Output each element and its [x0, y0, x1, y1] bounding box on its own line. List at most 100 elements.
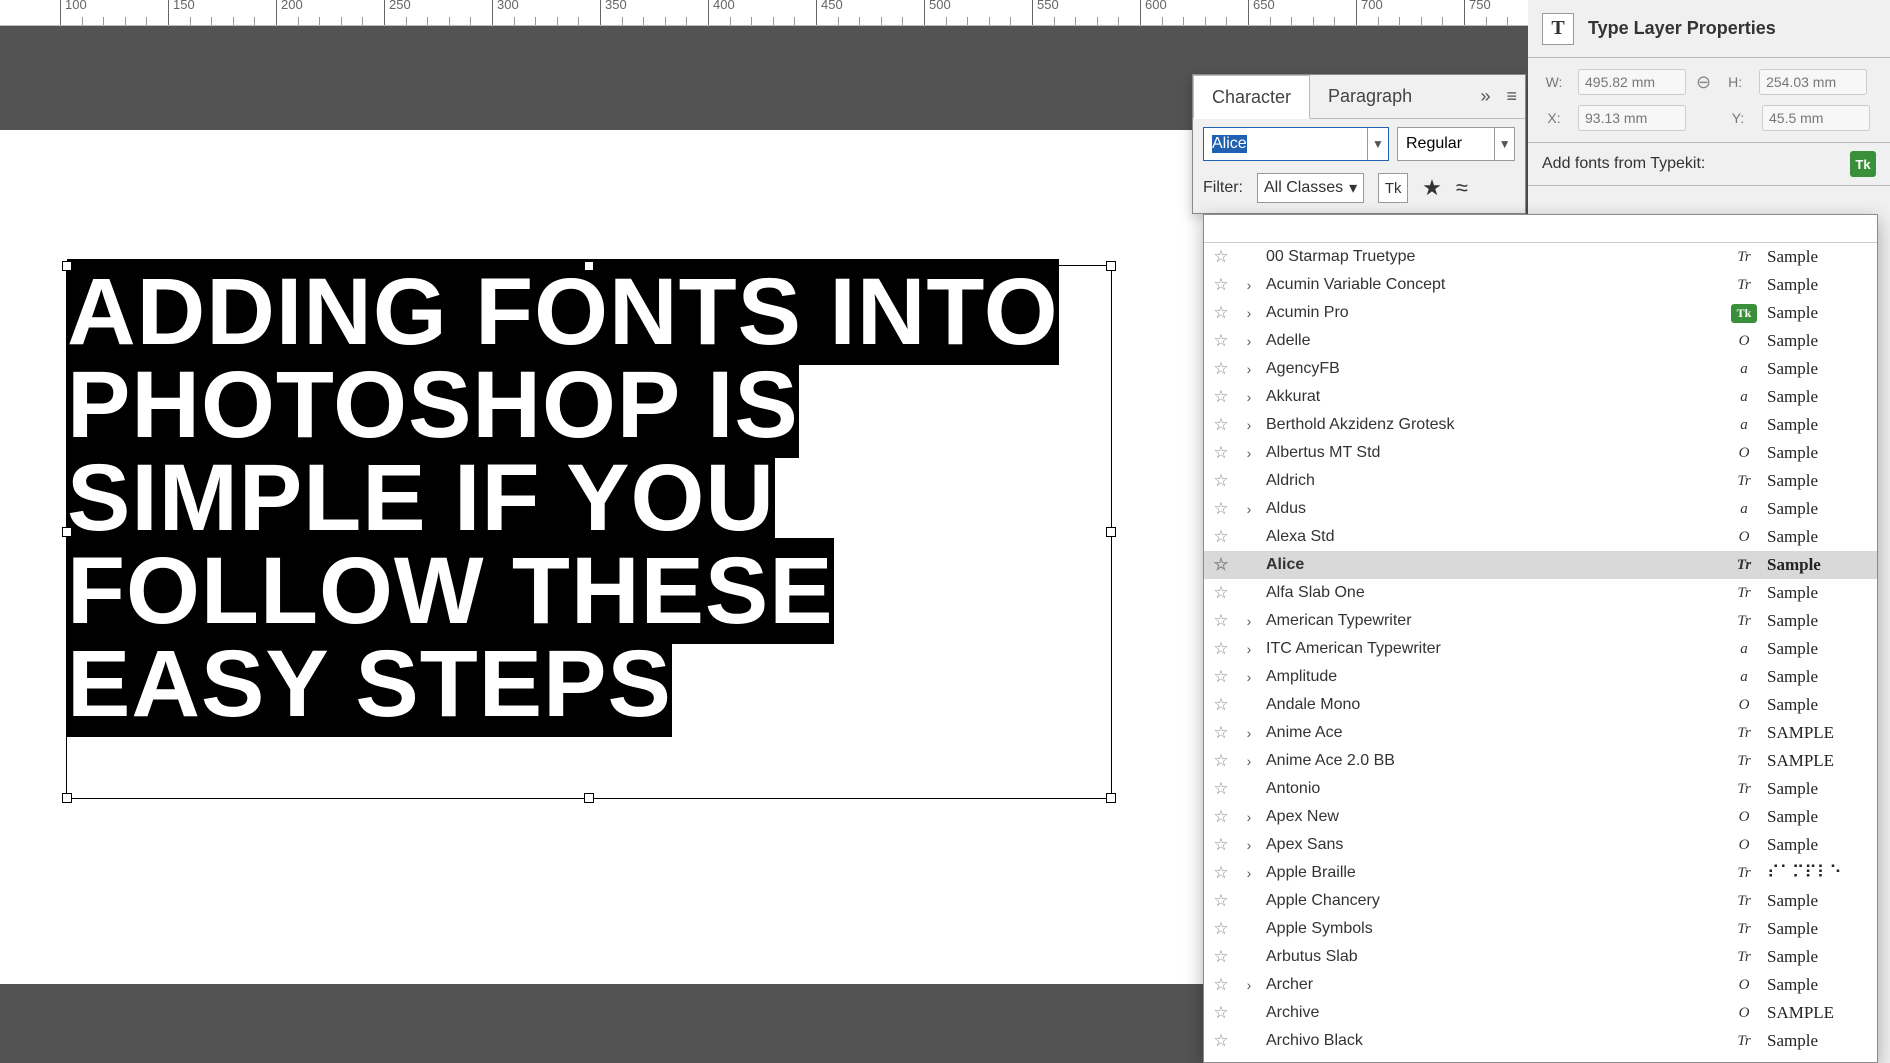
font-list-item[interactable]: ☆Apple ChanceryTrSample	[1204, 887, 1877, 915]
resize-handle[interactable]	[62, 793, 72, 803]
expand-family-icon[interactable]: ›	[1242, 417, 1256, 433]
favorite-star-icon[interactable]: ☆	[1210, 415, 1232, 435]
favorite-star-icon[interactable]: ☆	[1210, 583, 1232, 603]
favorite-star-icon[interactable]: ☆	[1210, 359, 1232, 379]
font-list-item[interactable]: ☆Archivo BlackTrSample	[1204, 1027, 1877, 1055]
favorite-star-icon[interactable]: ☆	[1210, 695, 1232, 715]
link-dimensions-icon[interactable]: ⊖	[1696, 72, 1711, 93]
favorite-star-icon[interactable]: ☆	[1210, 275, 1232, 295]
font-list-item[interactable]: ☆›Apex SansOSample	[1204, 831, 1877, 859]
expand-family-icon[interactable]: ›	[1242, 333, 1256, 349]
font-family-input[interactable]	[1204, 128, 1367, 160]
favorite-star-icon[interactable]: ☆	[1210, 247, 1232, 267]
favorite-star-icon[interactable]: ☆	[1210, 611, 1232, 631]
expand-family-icon[interactable]: ›	[1242, 865, 1256, 881]
font-list-item[interactable]: ☆00 Starmap TruetypeTrSample	[1204, 243, 1877, 271]
font-style-combo[interactable]: ▼	[1397, 127, 1515, 161]
expand-family-icon[interactable]: ›	[1242, 613, 1256, 629]
font-list-item[interactable]: ☆Andale MonoOSample	[1204, 691, 1877, 719]
font-list-item[interactable]: ☆›AdelleOSample	[1204, 327, 1877, 355]
typekit-filter-icon[interactable]: Tk	[1378, 173, 1408, 203]
expand-family-icon[interactable]: ›	[1242, 445, 1256, 461]
expand-family-icon[interactable]: ›	[1242, 753, 1256, 769]
selected-text[interactable]: ADDING FONTS INTO PHOTOSHOP IS SIMPLE IF…	[67, 266, 1111, 731]
font-list-item[interactable]: ☆›Apex NewOSample	[1204, 803, 1877, 831]
panel-menu-icon[interactable]: ≡	[1498, 86, 1525, 107]
font-list-item[interactable]: ☆›Apple BrailleTr⠎⠁⠍⠏⠇⠑	[1204, 859, 1877, 887]
font-style-input[interactable]	[1398, 128, 1494, 160]
favorite-star-icon[interactable]: ☆	[1210, 975, 1232, 995]
expand-family-icon[interactable]: ›	[1242, 809, 1256, 825]
resize-handle[interactable]	[1106, 261, 1116, 271]
font-list-item[interactable]: ☆›AldusaSample	[1204, 495, 1877, 523]
favorites-filter-icon[interactable]: ★	[1422, 175, 1442, 201]
chevron-down-icon[interactable]: ▼	[1367, 128, 1388, 160]
font-list-item[interactable]: ☆›AmplitudeaSample	[1204, 663, 1877, 691]
favorite-star-icon[interactable]: ☆	[1210, 331, 1232, 351]
filter-classes-select[interactable]: All Classes▾	[1257, 173, 1364, 203]
resize-handle[interactable]	[584, 261, 594, 271]
font-list-item[interactable]: ☆AldrichTrSample	[1204, 467, 1877, 495]
favorite-star-icon[interactable]: ☆	[1210, 751, 1232, 771]
favorite-star-icon[interactable]: ☆	[1210, 779, 1232, 799]
font-family-combo[interactable]: ▼	[1203, 127, 1389, 161]
expand-family-icon[interactable]: ›	[1242, 389, 1256, 405]
favorite-star-icon[interactable]: ☆	[1210, 807, 1232, 827]
font-dropdown-list[interactable]: ☆00 Starmap TruetypeTrSample☆›Acumin Var…	[1203, 214, 1878, 1063]
favorite-star-icon[interactable]: ☆	[1210, 919, 1232, 939]
chevron-down-icon[interactable]: ▼	[1494, 128, 1514, 160]
favorite-star-icon[interactable]: ☆	[1210, 527, 1232, 547]
tab-character[interactable]: Character	[1193, 75, 1310, 119]
favorite-star-icon[interactable]: ☆	[1210, 1031, 1232, 1051]
resize-handle[interactable]	[584, 793, 594, 803]
favorite-star-icon[interactable]: ☆	[1210, 303, 1232, 323]
collapse-icon[interactable]: »	[1472, 86, 1498, 107]
favorite-star-icon[interactable]: ☆	[1210, 863, 1232, 883]
font-list-item[interactable]: ☆›AkkurataSample	[1204, 383, 1877, 411]
favorite-star-icon[interactable]: ☆	[1210, 835, 1232, 855]
expand-family-icon[interactable]: ›	[1242, 641, 1256, 657]
font-list-item[interactable]: ☆›Albertus MT StdOSample	[1204, 439, 1877, 467]
typekit-icon[interactable]: Tk	[1850, 151, 1876, 177]
expand-family-icon[interactable]: ›	[1242, 725, 1256, 741]
font-list-item[interactable]: ☆›Acumin Variable ConceptTrSample	[1204, 271, 1877, 299]
font-list-item[interactable]: ☆›ITC American TypewriteraSample	[1204, 635, 1877, 663]
font-list-item[interactable]: ☆Alexa StdOSample	[1204, 523, 1877, 551]
font-list-item[interactable]: ☆›Acumin ProTkSample	[1204, 299, 1877, 327]
expand-family-icon[interactable]: ›	[1242, 977, 1256, 993]
font-list-item[interactable]: ☆AntonioTrSample	[1204, 775, 1877, 803]
font-list-item[interactable]: ☆ArchiveOSAMPLE	[1204, 999, 1877, 1027]
favorite-star-icon[interactable]: ☆	[1210, 443, 1232, 463]
favorite-star-icon[interactable]: ☆	[1210, 499, 1232, 519]
font-list-item[interactable]: ☆›Berthold Akzidenz GroteskaSample	[1204, 411, 1877, 439]
favorite-star-icon[interactable]: ☆	[1210, 667, 1232, 687]
favorite-star-icon[interactable]: ☆	[1210, 639, 1232, 659]
x-value[interactable]: 93.13 mm	[1578, 105, 1686, 131]
y-value[interactable]: 45.5 mm	[1762, 105, 1870, 131]
expand-family-icon[interactable]: ›	[1242, 305, 1256, 321]
font-list-item[interactable]: ☆›Anime Ace 2.0 BBTrSAMPLE	[1204, 747, 1877, 775]
expand-family-icon[interactable]: ›	[1242, 501, 1256, 517]
expand-family-icon[interactable]: ›	[1242, 361, 1256, 377]
height-value[interactable]: 254.03 mm	[1759, 69, 1867, 95]
font-list-item[interactable]: ☆›American TypewriterTrSample	[1204, 607, 1877, 635]
similar-fonts-icon[interactable]: ≈	[1456, 175, 1468, 201]
font-list-item[interactable]: ☆›ArcherOSample	[1204, 971, 1877, 999]
font-list-item[interactable]: ☆Alfa Slab OneTrSample	[1204, 579, 1877, 607]
font-list-item[interactable]: ☆›Anime AceTrSAMPLE	[1204, 719, 1877, 747]
font-list-item[interactable]: ☆Apple SymbolsTrSample	[1204, 915, 1877, 943]
favorite-star-icon[interactable]: ☆	[1210, 1003, 1232, 1023]
font-list-item[interactable]: ☆›AgencyFBaSample	[1204, 355, 1877, 383]
resize-handle[interactable]	[1106, 527, 1116, 537]
favorite-star-icon[interactable]: ☆	[1210, 471, 1232, 491]
text-frame[interactable]: ADDING FONTS INTO PHOTOSHOP IS SIMPLE IF…	[66, 265, 1112, 799]
favorite-star-icon[interactable]: ☆	[1210, 723, 1232, 743]
expand-family-icon[interactable]: ›	[1242, 669, 1256, 685]
favorite-star-icon[interactable]: ☆	[1210, 891, 1232, 911]
favorite-star-icon[interactable]: ☆	[1210, 387, 1232, 407]
resize-handle[interactable]	[1106, 793, 1116, 803]
resize-handle[interactable]	[62, 261, 72, 271]
font-list-item[interactable]: ☆AliceTrSample	[1204, 551, 1877, 579]
expand-family-icon[interactable]: ›	[1242, 837, 1256, 853]
expand-family-icon[interactable]: ›	[1242, 277, 1256, 293]
